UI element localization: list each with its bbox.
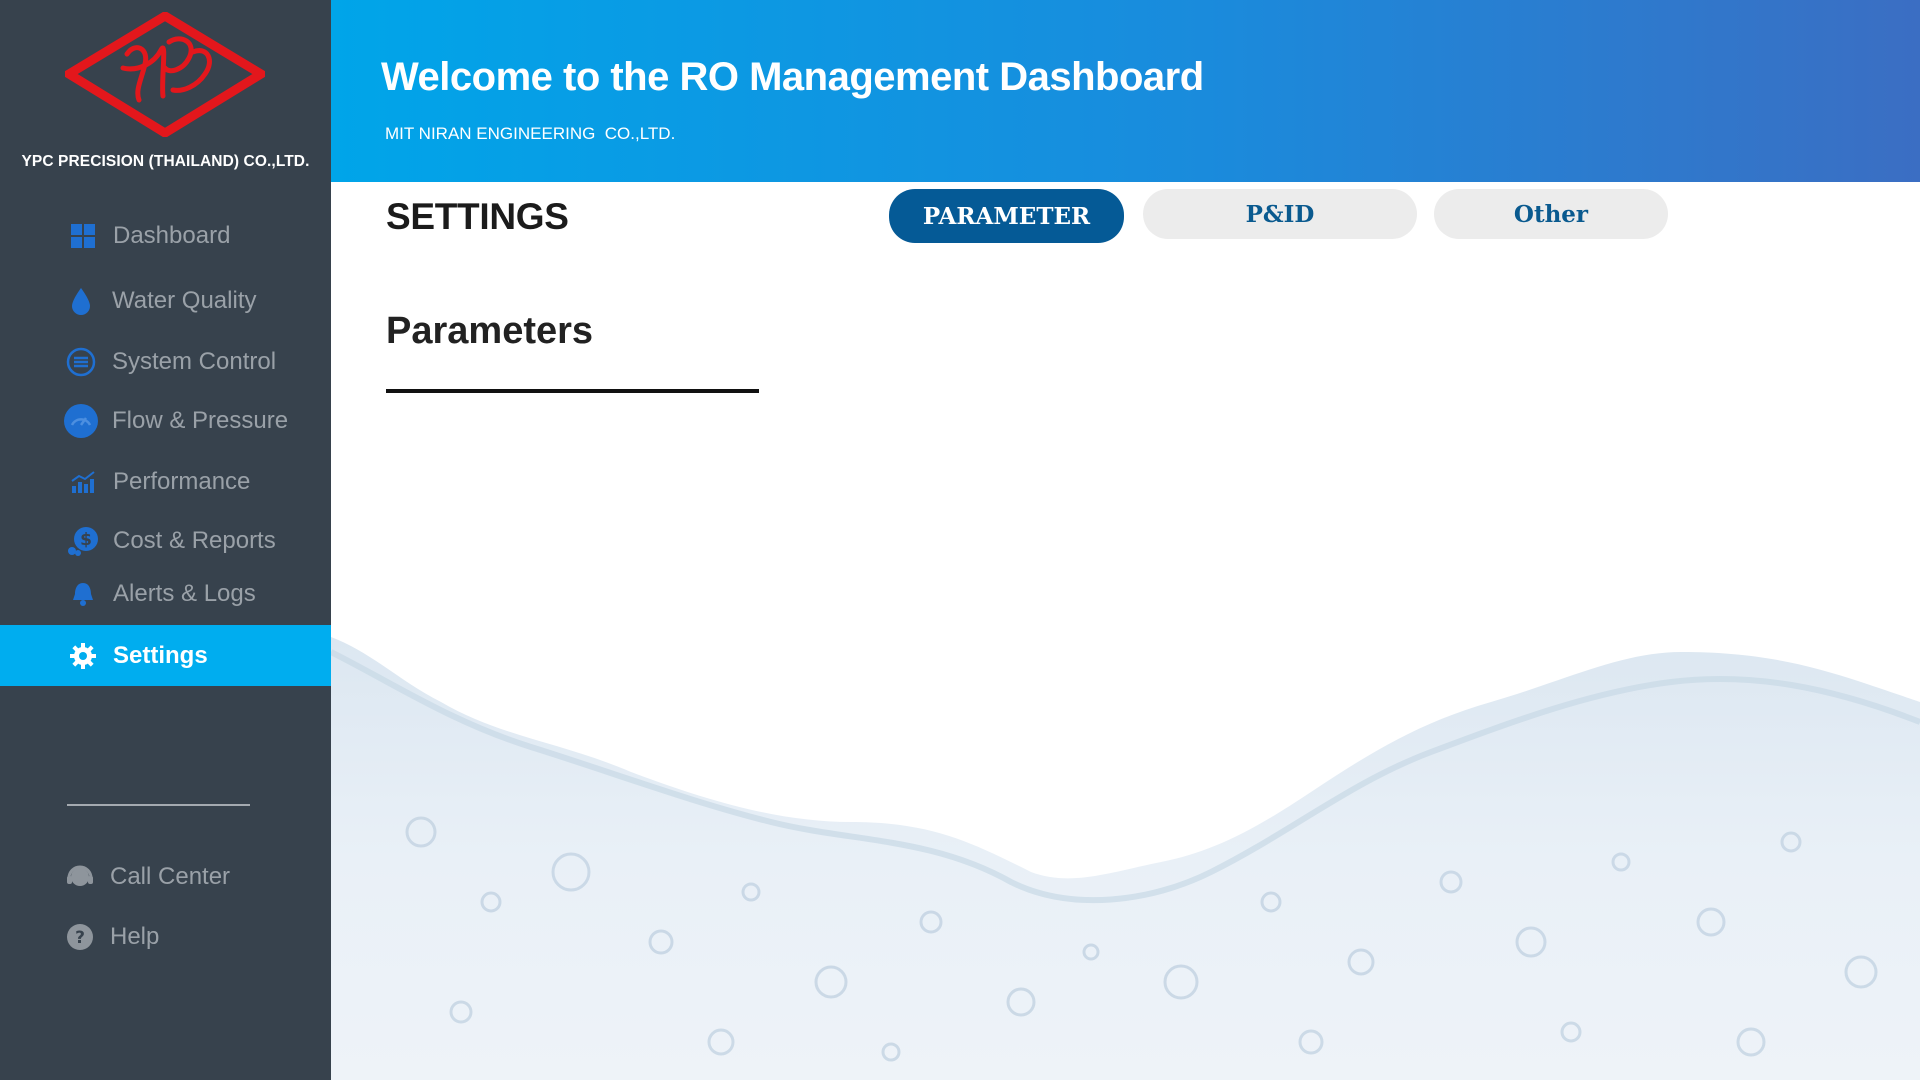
tab-pid[interactable]: P&ID xyxy=(1143,189,1417,239)
svg-text:?: ? xyxy=(75,928,85,948)
sidebar-item-performance[interactable]: Performance xyxy=(0,454,331,510)
sidebar-item-settings[interactable]: Settings xyxy=(0,625,331,686)
sidebar-divider xyxy=(67,804,250,806)
sidebar: YPC PRECISION (THAILAND) CO.,LTD. Dashbo… xyxy=(0,0,331,1080)
page-welcome-title: Welcome to the RO Management Dashboard xyxy=(381,55,1204,99)
water-drop-icon xyxy=(64,284,98,318)
company-name: YPC PRECISION (THAILAND) CO.,LTD. xyxy=(21,153,310,170)
tab-parameter[interactable]: PARAMETER xyxy=(889,189,1124,243)
ypc-logo xyxy=(60,10,270,139)
sidebar-item-dashboard[interactable]: Dashboard xyxy=(0,208,331,264)
gear-icon xyxy=(66,639,100,673)
dollar-coins-icon: $ xyxy=(66,524,100,558)
sidebar-item-label: Dashboard xyxy=(113,222,231,249)
gauge-icon xyxy=(64,404,98,438)
sidebar-item-label: System Control xyxy=(112,348,277,375)
sidebar-item-label: Call Center xyxy=(110,863,231,890)
sliders-icon xyxy=(64,345,98,379)
sidebar-item-label: Cost & Reports xyxy=(113,527,276,554)
bell-icon xyxy=(66,577,100,611)
section-underline xyxy=(386,389,759,393)
sidebar-item-system-control[interactable]: System Control xyxy=(0,334,331,390)
sidebar-item-alerts-logs[interactable]: Alerts & Logs xyxy=(0,566,331,622)
sidebar-item-label: Water Quality xyxy=(112,287,257,314)
sidebar-item-label: Performance xyxy=(113,468,251,495)
headset-icon xyxy=(63,860,97,894)
page-title: SETTINGS xyxy=(386,196,569,237)
header-banner: Welcome to the RO Management Dashboard M… xyxy=(331,0,1920,182)
sidebar-item-label: Flow & Pressure xyxy=(112,407,289,434)
sidebar-item-cost-reports[interactable]: $ Cost & Reports xyxy=(0,513,331,569)
tab-other[interactable]: Other xyxy=(1434,189,1668,239)
dashboard-grid-icon xyxy=(66,219,100,253)
sidebar-item-label: Alerts & Logs xyxy=(113,580,256,607)
main-content: SETTINGS PARAMETER P&ID Other Parameters xyxy=(331,182,1920,1080)
section-title: Parameters xyxy=(386,310,594,352)
sidebar-item-label: Settings xyxy=(113,641,208,669)
chart-trend-icon xyxy=(66,465,100,499)
svg-text:$: $ xyxy=(80,530,92,550)
header-subtitle: MIT NIRAN ENGINEERING CO.,LTD. xyxy=(385,124,676,143)
sidebar-item-label: Help xyxy=(110,923,160,950)
sidebar-item-water-quality[interactable]: Water Quality xyxy=(0,273,331,329)
sidebar-item-flow-pressure[interactable]: Flow & Pressure xyxy=(0,393,331,449)
sidebar-item-call-center[interactable]: Call Center xyxy=(0,849,331,905)
question-icon: ? xyxy=(63,920,97,954)
sidebar-item-help[interactable]: ? Help xyxy=(0,909,331,965)
